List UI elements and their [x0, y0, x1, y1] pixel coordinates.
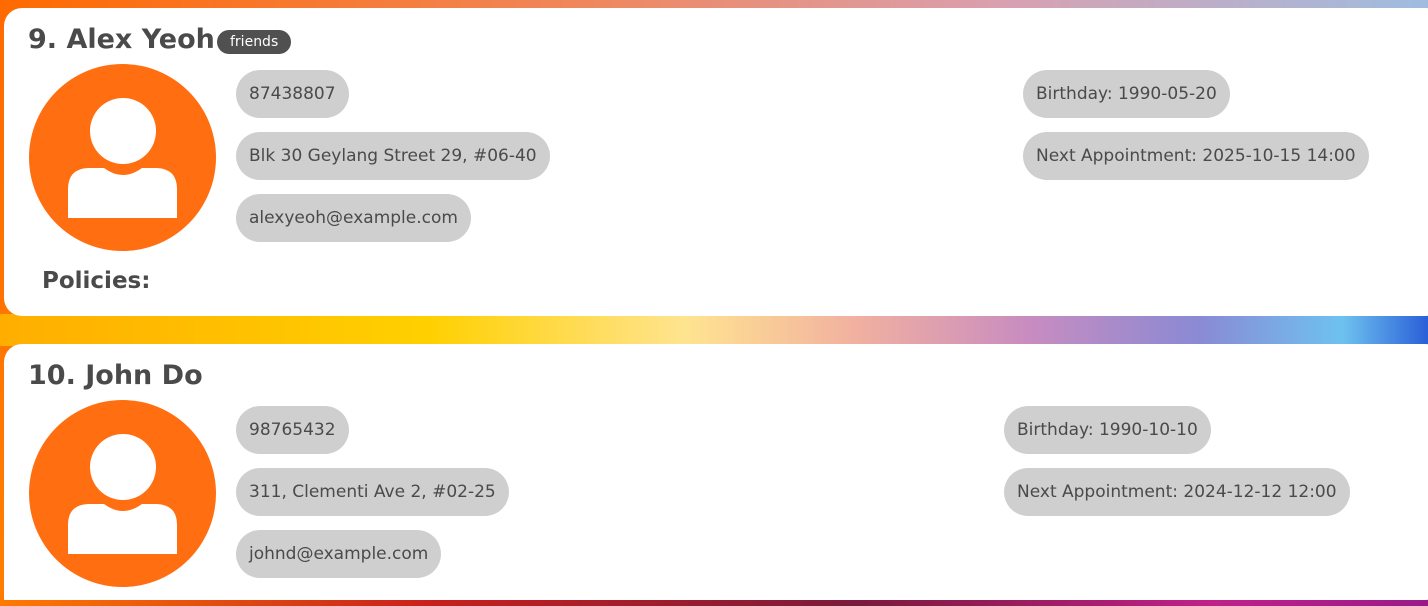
phone-field: 98765432 [236, 406, 349, 454]
tag-badge: friends [217, 30, 292, 54]
appointment-field: Next Appointment: 2024-12-12 12:00 [1004, 468, 1350, 516]
birthday-field: Birthday: 1990-05-20 [1023, 70, 1230, 118]
policies-label: Policies: [42, 268, 151, 294]
person-card-john-do[interactable]: 10. John Do 98765432 311, Clementi Ave 2… [4, 344, 1428, 600]
email-field: alexyeoh@example.com [236, 194, 471, 242]
person-card-alex-yeoh[interactable]: 9. Alex Yeoh friends 87438807 Blk 30 Gey… [4, 8, 1428, 316]
address-field: Blk 30 Geylang Street 29, #06-40 [236, 132, 550, 180]
person-name: 9. Alex Yeoh [28, 24, 215, 55]
phone-field: 87438807 [236, 70, 349, 118]
wallpaper-gap [0, 314, 1428, 346]
appointment-field: Next Appointment: 2025-10-15 14:00 [1023, 132, 1369, 180]
avatar-person-icon [29, 400, 216, 587]
address-field: 311, Clementi Ave 2, #02-25 [236, 468, 509, 516]
birthday-field: Birthday: 1990-10-10 [1004, 406, 1211, 454]
person-name: 10. John Do [28, 360, 203, 391]
email-field: johnd@example.com [236, 530, 442, 578]
avatar-person-icon [29, 64, 216, 251]
